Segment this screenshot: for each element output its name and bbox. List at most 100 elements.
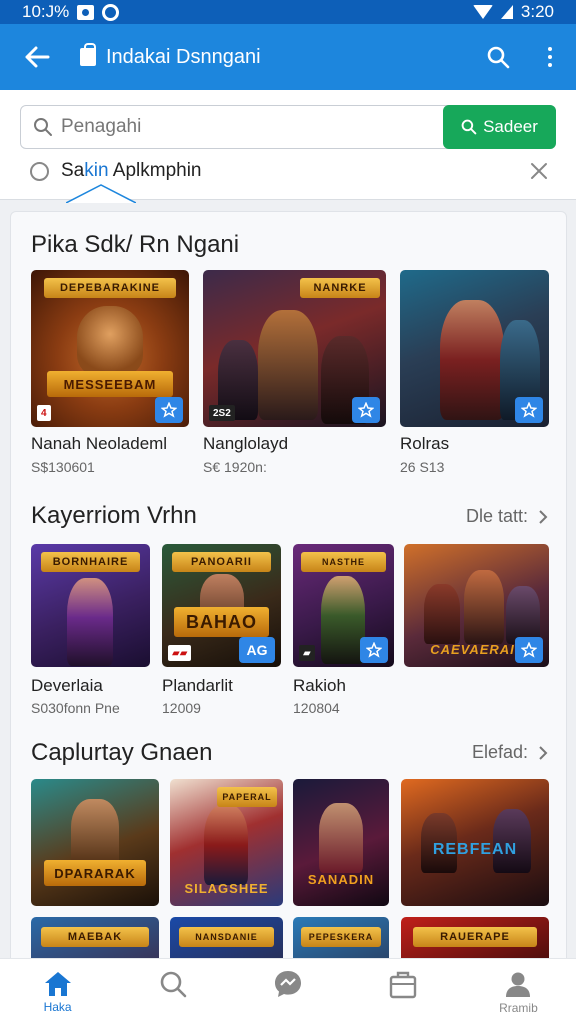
see-all-link[interactable]: Dle tatt: <box>466 506 548 527</box>
clear-filter-button[interactable] <box>528 160 550 182</box>
tile-tag-icon: ▰▰ <box>168 645 192 661</box>
app-meta: 26 S13 <box>400 459 445 475</box>
app-tile[interactable]: PANOARII BAHAO ▰▰ AG <box>162 544 281 667</box>
tile-banner: REBFEAN <box>432 841 518 858</box>
app-tile[interactable]: CAEVAERAI <box>404 544 549 667</box>
search-icon <box>487 46 510 69</box>
tile-banner: SANADIN <box>307 871 375 887</box>
search-icon <box>461 119 477 135</box>
tile-title-art: BORNHAIRE <box>40 552 141 572</box>
notification-icon <box>77 4 95 20</box>
app-tile[interactable]: DEPEBARAKINE MESSEEBAM 4 <box>31 270 189 427</box>
app-name: Plandarlit <box>162 676 233 695</box>
see-all-link[interactable]: Elefad: <box>472 742 548 763</box>
app-name: Rolras <box>400 434 450 453</box>
search-icon <box>34 118 52 136</box>
app-bar: Indakai Dsnngani <box>0 24 576 90</box>
tile-tag-icon: ▰ <box>299 645 315 661</box>
nav-store[interactable] <box>346 959 461 1024</box>
star-icon <box>515 637 543 663</box>
back-button[interactable] <box>0 24 74 90</box>
see-all-label: Dle tatt: <box>465 506 528 526</box>
more-vert-icon <box>548 47 552 67</box>
app-meta: S€ 1920n: <box>203 459 267 475</box>
chevron-right-icon <box>539 509 548 524</box>
app-tile[interactable]: REBFEAN <box>401 779 549 906</box>
sync-icon <box>102 3 120 21</box>
app-tile[interactable]: DPARARAK <box>31 779 159 906</box>
search-button-label: Sadeer <box>483 117 538 136</box>
nav-profile[interactable]: Rramib <box>461 959 576 1024</box>
profile-icon <box>506 972 531 997</box>
tile-title-art: PEPESKERA <box>300 927 382 947</box>
nav-label: Rramib <box>499 1000 538 1015</box>
app-tile[interactable] <box>400 270 549 427</box>
app-tile[interactable]: PAPERAL SILAGSHEE <box>170 779 283 906</box>
tile-banner: SILAGSHEE <box>184 880 269 896</box>
tile-corner-label: AG <box>239 637 275 663</box>
filter-row: Sakin Aplkmphin <box>30 156 556 186</box>
section-title: Pika Sdk/ Rn Ngani <box>31 231 240 258</box>
star-icon <box>352 397 380 423</box>
chevron-right-icon <box>539 745 548 760</box>
overflow-menu-button[interactable] <box>524 24 576 90</box>
content-panel: Pika Sdk/ Rn Ngani DEPEBARAKINE MESSEEBA… <box>10 211 567 971</box>
search-icon <box>160 971 187 997</box>
status-time-right: 3:20 <box>520 2 554 21</box>
search-submit-button[interactable]: Sadeer <box>443 105 556 149</box>
nav-search[interactable] <box>115 959 230 1024</box>
section-title: Kayerriom Vrhn <box>31 502 197 529</box>
section-title: Caplurtay Gnaen <box>31 739 213 766</box>
app-tile[interactable]: SANADIN <box>293 779 389 906</box>
app-tile[interactable]: NASTHE ▰ <box>293 544 394 667</box>
app-tile[interactable]: BORNHAIRE <box>31 544 150 667</box>
dropdown-pointer <box>66 184 136 203</box>
app-meta: S$130601 <box>31 459 95 475</box>
tile-tag-label: 2S2 <box>209 405 235 421</box>
home-icon <box>44 971 71 996</box>
filter-label: Sakin Aplkmphin <box>61 160 202 181</box>
app-meta: S030fonn Pne <box>31 700 120 716</box>
see-all-label: Elefad: <box>471 742 528 762</box>
close-icon <box>531 163 547 179</box>
app-bar-search-button[interactable] <box>472 24 524 90</box>
store-bag-icon <box>80 43 96 66</box>
status-bar: 10:J% 3:20 <box>0 0 576 24</box>
tile-banner: DPARARAK <box>43 860 147 886</box>
wifi-icon <box>472 5 493 19</box>
signal-icon <box>500 5 513 19</box>
tile-banner: MESSEEBAM <box>46 371 174 397</box>
tile-title-art: NASTHE <box>301 552 386 572</box>
chat-icon <box>275 970 301 997</box>
search-box: Sadeer <box>20 105 556 149</box>
tile-title-art: NANSDANIE <box>179 927 274 947</box>
star-icon <box>155 397 183 423</box>
tile-title-art: PAPERAL <box>217 787 277 807</box>
nav-home[interactable]: Haka <box>0 959 115 1024</box>
tile-title-art: RAUERAPE <box>412 927 538 947</box>
nav-chat[interactable] <box>230 959 345 1024</box>
status-time-left: 10:J% <box>22 2 70 21</box>
tile-title-art: PANOARII <box>171 552 272 572</box>
app-name: Deverlaia <box>31 676 103 695</box>
nav-label: Haka <box>43 999 72 1014</box>
tile-tag-icon: 4 <box>37 405 51 421</box>
page-title: Indakai Dsnngani <box>106 45 261 68</box>
app-tile[interactable]: NANRKE 2S2 <box>203 270 386 427</box>
app-meta: 12009 <box>162 700 201 716</box>
tile-title-art: MAEBAK <box>41 927 149 947</box>
filter-radio[interactable] <box>30 161 49 181</box>
app-title-group: Indakai Dsnngani <box>74 43 261 69</box>
arrow-left-icon <box>25 46 50 68</box>
star-icon <box>515 397 543 423</box>
tile-title-art: DEPEBARAKINE <box>43 278 177 298</box>
tile-banner: CAEVAERAI <box>430 641 515 657</box>
app-name: Nanah Neolademl <box>31 434 168 453</box>
tile-title-art: NANRKE <box>300 278 380 298</box>
bag-icon <box>390 971 417 998</box>
tile-banner: BAHAO <box>173 607 270 637</box>
search-input[interactable] <box>61 116 421 138</box>
app-name: Rakioh <box>293 676 346 695</box>
search-area: Sadeer Sakin Aplkmphin <box>0 90 576 203</box>
star-icon <box>360 637 388 663</box>
